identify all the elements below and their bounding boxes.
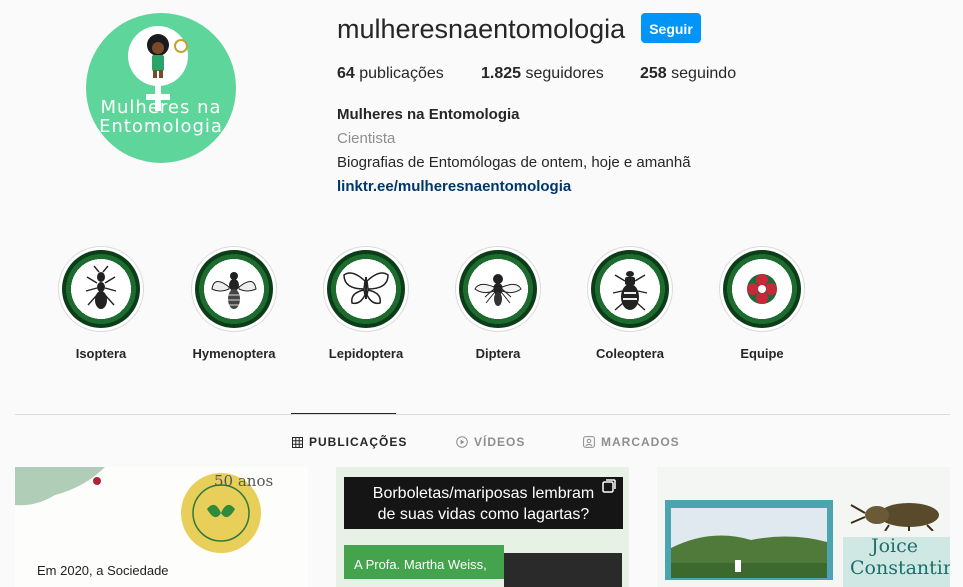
bee-icon [211,272,257,309]
tab-label: PUBLICAÇÕES [309,435,408,449]
highlight-label: Isoptera [75,346,127,361]
stat-following-count: 258 [640,65,667,82]
avatar-text-line2: Entomologia [99,116,223,137]
post-2-headline-box: Borboletas/mariposas lembram de suas vid… [344,477,623,529]
profile-link[interactable]: linktr.ee/mulheresnaentomologia [337,178,571,195]
stat-followers[interactable]: 1.825 seguidores [481,65,604,83]
profile-category: Cientista [337,130,396,147]
highlight-diptera[interactable]: Diptera [443,246,553,361]
post-3-landscape-photo [671,508,827,578]
grid-icon [292,436,303,448]
highlight-label: Coleoptera [596,346,664,361]
carousel-icon [602,479,616,493]
stat-posts-count: 64 [337,65,355,82]
tag-icon [583,436,595,448]
tab-label: VÍDEOS [474,435,526,449]
tab-publicacoes[interactable]: PUBLICAÇÕES [292,435,407,449]
termite-icon [85,265,117,309]
beetle-icon [612,271,648,311]
tabs-divider [15,414,950,415]
avatar-text-line1: Mulheres na [100,97,222,118]
highlight-label: Diptera [475,346,521,361]
flower-icon [747,274,777,304]
stat-following-label: seguindo [671,65,737,82]
stat-following[interactable]: 258 seguindo [640,65,736,83]
highlight-hymenoptera[interactable]: Hymenoptera [179,246,289,361]
stat-posts-label: publicações [359,65,444,82]
post-1[interactable]: 50 anos Em 2020, a Sociedade [15,467,308,587]
tab-label: MARCADOS [601,435,680,449]
tab-marcados[interactable]: MARCADOS [583,435,680,449]
stat-followers-count: 1.825 [481,65,522,82]
post-2-photo [504,553,622,587]
profile-bio: Biografias de Entomólogas de ontem, hoje… [337,154,691,171]
highlight-equipe[interactable]: Equipe [707,246,817,361]
follow-button[interactable]: Seguir [641,13,701,43]
fly-icon [474,274,522,306]
highlight-lepidoptera[interactable]: Lepidoptera [311,246,421,361]
post-2[interactable]: Borboletas/mariposas lembram de suas vid… [336,467,629,587]
post-2-headline-line2: de suas vidas como lagartas? [377,506,590,523]
profile-avatar[interactable]: Mulheres na Entomologia [86,13,236,163]
tab-videos[interactable]: VÍDEOS [456,435,525,449]
highlight-isoptera[interactable]: Isoptera [46,246,156,361]
highlight-label: Equipe [740,346,784,361]
highlight-label: Hymenoptera [192,346,276,361]
play-icon [456,436,468,448]
profile-full-name: Mulheres na Entomologia [337,106,520,123]
highlight-label: Lepidoptera [328,346,404,361]
beetle-icon [850,503,939,531]
post-3[interactable]: Joice Constantini [657,467,950,587]
stat-followers-label: seguidores [525,65,604,82]
active-tab-indicator [291,413,396,414]
post-3-name-line2: Constantini [850,557,950,579]
post-2-caption: A Profa. Martha Weiss, [354,557,487,572]
venus-symbol-icon [128,26,188,111]
post-2-headline-line1: Borboletas/mariposas lembram [372,485,595,502]
stat-posts[interactable]: 64 publicações [337,65,444,83]
post-3-name-line1: Joice [871,535,919,557]
profile-username: mulheresnaentomologia [337,14,626,44]
butterfly-icon [343,272,389,305]
highlight-coleoptera[interactable]: Coleoptera [575,246,685,361]
post-1-badge: 50 anos [214,472,274,490]
